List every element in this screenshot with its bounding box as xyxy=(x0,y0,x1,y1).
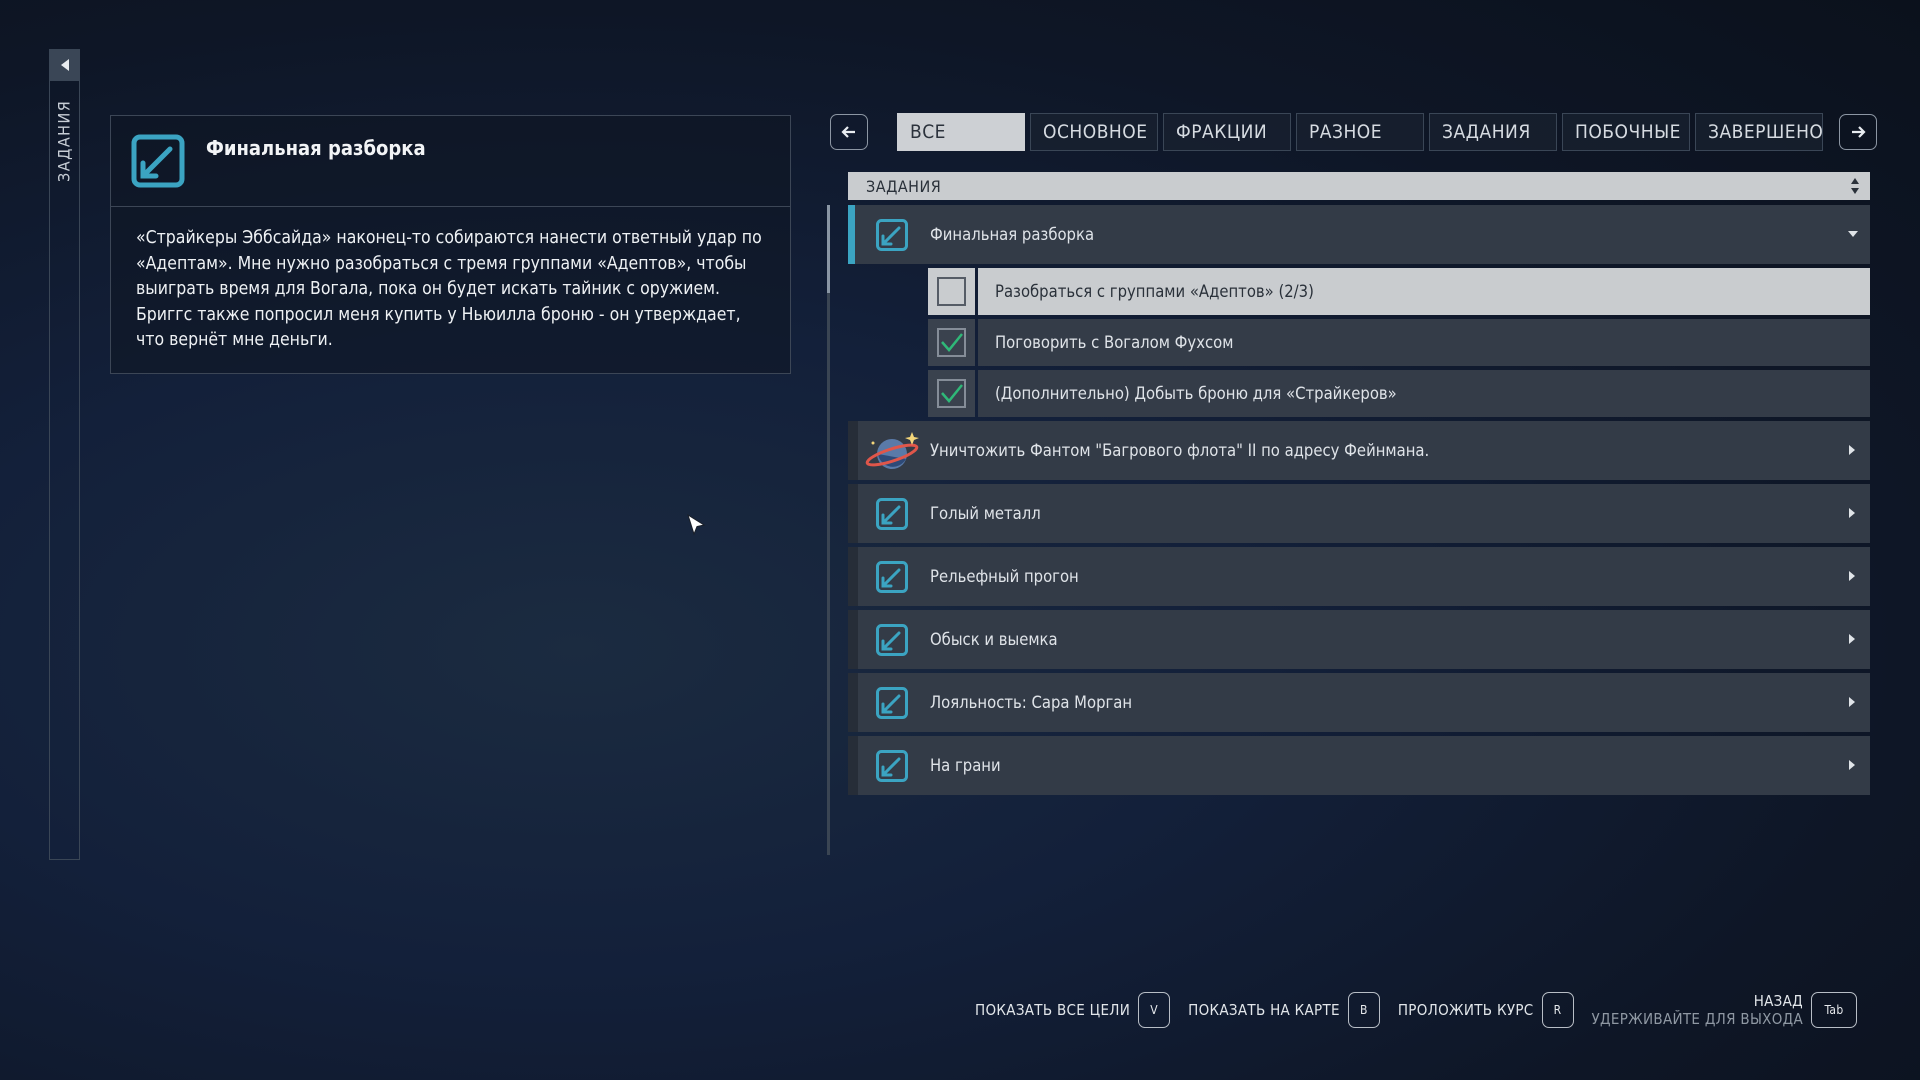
hint-label: ПОКАЗАТЬ ВСЕ ЦЕЛИ xyxy=(975,1001,1131,1019)
key-b: B xyxy=(1347,992,1380,1028)
chevron-right-icon xyxy=(1849,445,1855,455)
tab-all[interactable]: ВСЕ xyxy=(897,113,1025,151)
objective-row[interactable]: (Дополнительно) Добыть броню для «Страйк… xyxy=(928,370,1870,417)
quest-row[interactable]: Уничтожить Фантом "Багрового флота" II п… xyxy=(848,421,1870,480)
quest-detail-header: Финальная разборка xyxy=(111,116,790,207)
quest-icon xyxy=(876,750,908,782)
quest-title: Уничтожить Фантом "Багрового флота" II п… xyxy=(930,441,1430,460)
key-v: V xyxy=(1138,992,1171,1028)
list-scrollbar-thumb[interactable] xyxy=(827,205,830,293)
quest-row[interactable]: Голый металл xyxy=(848,484,1870,543)
quest-row[interactable]: Обыск и выемка xyxy=(848,610,1870,669)
quest-row[interactable]: На грани xyxy=(848,736,1870,795)
chevron-down-icon xyxy=(1848,231,1858,237)
chevron-right-icon xyxy=(1849,571,1855,581)
sort-icon xyxy=(1851,178,1859,194)
chevron-right-icon xyxy=(1849,760,1855,770)
tab-factions[interactable]: ФРАКЦИИ xyxy=(1163,113,1291,151)
objective-checkbox xyxy=(928,268,975,315)
category-tabs: ВСЕ ОСНОВНОЕ ФРАКЦИИ РАЗНОЕ ЗАДАНИЯ ПОБО… xyxy=(897,113,1823,151)
checkbox-checked-icon xyxy=(937,379,966,408)
list-header-label: ЗАДАНИЯ xyxy=(866,176,942,196)
chevron-right-icon xyxy=(1849,508,1855,518)
key-tab: Tab xyxy=(1811,992,1857,1028)
quest-title: Голый металл xyxy=(930,504,1041,523)
quest-row[interactable]: Рельефный прогон xyxy=(848,547,1870,606)
quest-title: Финальная разборка xyxy=(930,225,1095,244)
list-scrollbar[interactable] xyxy=(827,205,830,855)
arrow-left-icon xyxy=(841,126,855,138)
tab-main[interactable]: ОСНОВНОЕ xyxy=(1030,113,1158,151)
objective-text: (Дополнительно) Добыть броню для «Страйк… xyxy=(978,370,1870,417)
hint-stack: НАЗАД УДЕРЖИВАЙТЕ ДЛЯ ВЫХОДА xyxy=(1592,992,1803,1028)
active-indicator xyxy=(848,205,855,264)
objective-text: Разобраться с группами «Адептов» (2/3) xyxy=(978,268,1870,315)
objective-checkbox xyxy=(928,319,975,366)
keyboard-hints: ПОКАЗАТЬ ВСЕ ЦЕЛИ V ПОКАЗАТЬ НА КАРТЕ B … xyxy=(975,990,1857,1030)
show-all-objectives-button[interactable]: ПОКАЗАТЬ ВСЕ ЦЕЛИ V xyxy=(975,992,1171,1028)
tab-completed[interactable]: ЗАВЕРШЕНО xyxy=(1695,113,1823,151)
row-edge xyxy=(848,547,858,606)
back-button[interactable]: НАЗАД УДЕРЖИВАЙТЕ ДЛЯ ВЫХОДА Tab xyxy=(1592,992,1857,1028)
quest-title: Обыск и выемка xyxy=(930,630,1058,649)
objective-checkbox xyxy=(928,370,975,417)
tab-prev-button[interactable] xyxy=(830,114,868,150)
objective-row[interactable]: Разобраться с группами «Адептов» (2/3) xyxy=(928,268,1870,315)
hint-label: ПОКАЗАТЬ НА КАРТЕ xyxy=(1188,1001,1340,1019)
mouse-cursor-icon xyxy=(687,513,706,536)
row-edge xyxy=(848,610,858,669)
set-course-button[interactable]: ПРОЛОЖИТЬ КУРС R xyxy=(1398,992,1574,1028)
quest-icon xyxy=(876,624,908,656)
quest-description: «Страйкеры Эббсайда» наконец-то собирают… xyxy=(136,228,762,350)
arrow-left-icon xyxy=(60,59,69,71)
show-on-map-button[interactable]: ПОКАЗАТЬ НА КАРТЕ B xyxy=(1188,992,1380,1028)
row-edge xyxy=(848,484,858,543)
quest-title: Лояльность: Сара Морган xyxy=(930,693,1133,712)
hint-label: ПРОЛОЖИТЬ КУРС xyxy=(1397,1001,1534,1019)
arrow-right-icon xyxy=(1852,126,1866,138)
objective-row[interactable]: Поговорить с Вогалом Фухсом xyxy=(928,319,1870,366)
checkmark-icon xyxy=(941,384,963,403)
row-edge xyxy=(848,421,858,480)
row-edge xyxy=(848,673,858,732)
quest-row[interactable]: Лояльность: Сара Морган xyxy=(848,673,1870,732)
checkmark-icon xyxy=(941,333,963,352)
quest-icon xyxy=(131,134,185,188)
quest-icon xyxy=(876,687,908,719)
key-r: R xyxy=(1541,992,1574,1028)
sidebar-collapse-button[interactable] xyxy=(49,49,80,81)
quest-title: На грани xyxy=(930,756,1001,775)
chevron-right-icon xyxy=(1849,634,1855,644)
planet-icon xyxy=(865,432,919,469)
tab-misc[interactable]: РАЗНОЕ xyxy=(1296,113,1424,151)
list-header-sort[interactable]: ЗАДАНИЯ xyxy=(848,172,1870,200)
quest-detail-title: Финальная разборка xyxy=(206,136,426,160)
tab-side[interactable]: ПОБОЧНЫЕ xyxy=(1562,113,1690,151)
checkbox-empty-icon xyxy=(937,277,966,306)
checkbox-checked-icon xyxy=(937,328,966,357)
hint-sublabel: УДЕРЖИВАЙТЕ ДЛЯ ВЫХОДА xyxy=(1591,1010,1803,1028)
sidebar-label: ЗАДАНИЯ xyxy=(54,100,74,183)
quest-title: Рельефный прогон xyxy=(930,567,1079,586)
quest-icon xyxy=(876,219,908,251)
hint-label: НАЗАД xyxy=(1753,992,1803,1010)
quest-row-expanded[interactable]: Финальная разборка xyxy=(848,205,1870,264)
tab-missions[interactable]: ЗАДАНИЯ xyxy=(1429,113,1557,151)
row-edge xyxy=(848,736,858,795)
quest-icon xyxy=(876,498,908,530)
quest-icon xyxy=(876,561,908,593)
tab-next-button[interactable] xyxy=(1839,114,1877,150)
chevron-right-icon xyxy=(1849,697,1855,707)
quest-detail-panel: Финальная разборка «Страйкеры Эббсайда» … xyxy=(110,115,791,374)
objective-text: Поговорить с Вогалом Фухсом xyxy=(978,319,1870,366)
